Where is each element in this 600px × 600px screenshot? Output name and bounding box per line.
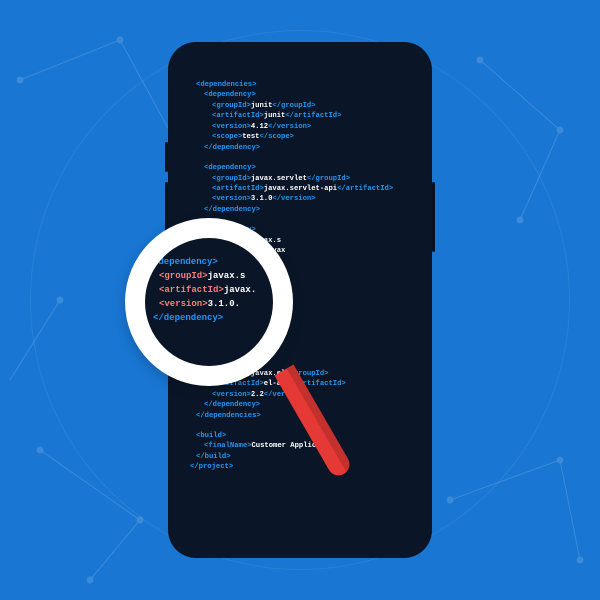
val: test bbox=[242, 133, 259, 141]
tag: </artifactId> bbox=[337, 185, 393, 193]
tag: </version> bbox=[272, 195, 315, 203]
tag: </groupId> bbox=[272, 102, 315, 110]
val: 2.2 bbox=[251, 391, 264, 399]
phone-button-right bbox=[432, 182, 435, 252]
tag: <artifactId> bbox=[212, 112, 264, 120]
phone-button-left-1 bbox=[165, 142, 168, 172]
val: javax.s bbox=[208, 271, 246, 281]
tag: <version> bbox=[212, 391, 251, 399]
tag: <groupId> bbox=[212, 102, 251, 110]
magnifier-icon: <dependency> <groupId>javax.s <artifactI… bbox=[125, 218, 293, 386]
val: javax.servlet-api bbox=[264, 185, 337, 193]
tag: <finalName> bbox=[204, 442, 251, 450]
tag: </dependency> bbox=[204, 206, 260, 214]
val: javax. bbox=[224, 285, 256, 295]
tag: </dependency> bbox=[204, 144, 260, 152]
tag: <artifactId> bbox=[212, 185, 264, 193]
tag: </build> bbox=[196, 453, 231, 461]
tag: <dependency> bbox=[204, 164, 256, 172]
tag: <dependencies> bbox=[196, 81, 256, 89]
val: javax.servlet bbox=[251, 175, 307, 183]
tag: </dependency> bbox=[153, 313, 223, 323]
tag: <dependency> bbox=[204, 91, 256, 99]
val: junit bbox=[251, 102, 273, 110]
phone-notch bbox=[250, 48, 350, 62]
tag: </dependencies> bbox=[196, 412, 261, 420]
tag: </artifactId> bbox=[285, 112, 341, 120]
tag: <version> bbox=[212, 195, 251, 203]
tag: </scope> bbox=[259, 133, 294, 141]
magnifier-lens-frame: <dependency> <groupId>javax.s <artifactI… bbox=[125, 218, 293, 386]
tag: <dependency> bbox=[153, 257, 218, 267]
tag: <groupId> bbox=[159, 271, 208, 281]
magnifier-lens-content: <dependency> <groupId>javax.s <artifactI… bbox=[145, 238, 273, 366]
tag: <scope> bbox=[212, 133, 242, 141]
val: junit bbox=[264, 112, 286, 120]
val: 3.1.0. bbox=[208, 299, 240, 309]
tag: <version> bbox=[159, 299, 208, 309]
tag: </dependency> bbox=[204, 401, 260, 409]
tag: <version> bbox=[212, 123, 251, 131]
tag: </groupId> bbox=[307, 175, 350, 183]
tag: <build> bbox=[196, 432, 226, 440]
tag: <artifactId> bbox=[159, 285, 224, 295]
val: 3.1.0 bbox=[251, 195, 273, 203]
tag: <groupId> bbox=[212, 175, 251, 183]
tag: </project> bbox=[190, 463, 233, 471]
tag: </version> bbox=[268, 123, 311, 131]
val: 4.12 bbox=[251, 123, 268, 131]
